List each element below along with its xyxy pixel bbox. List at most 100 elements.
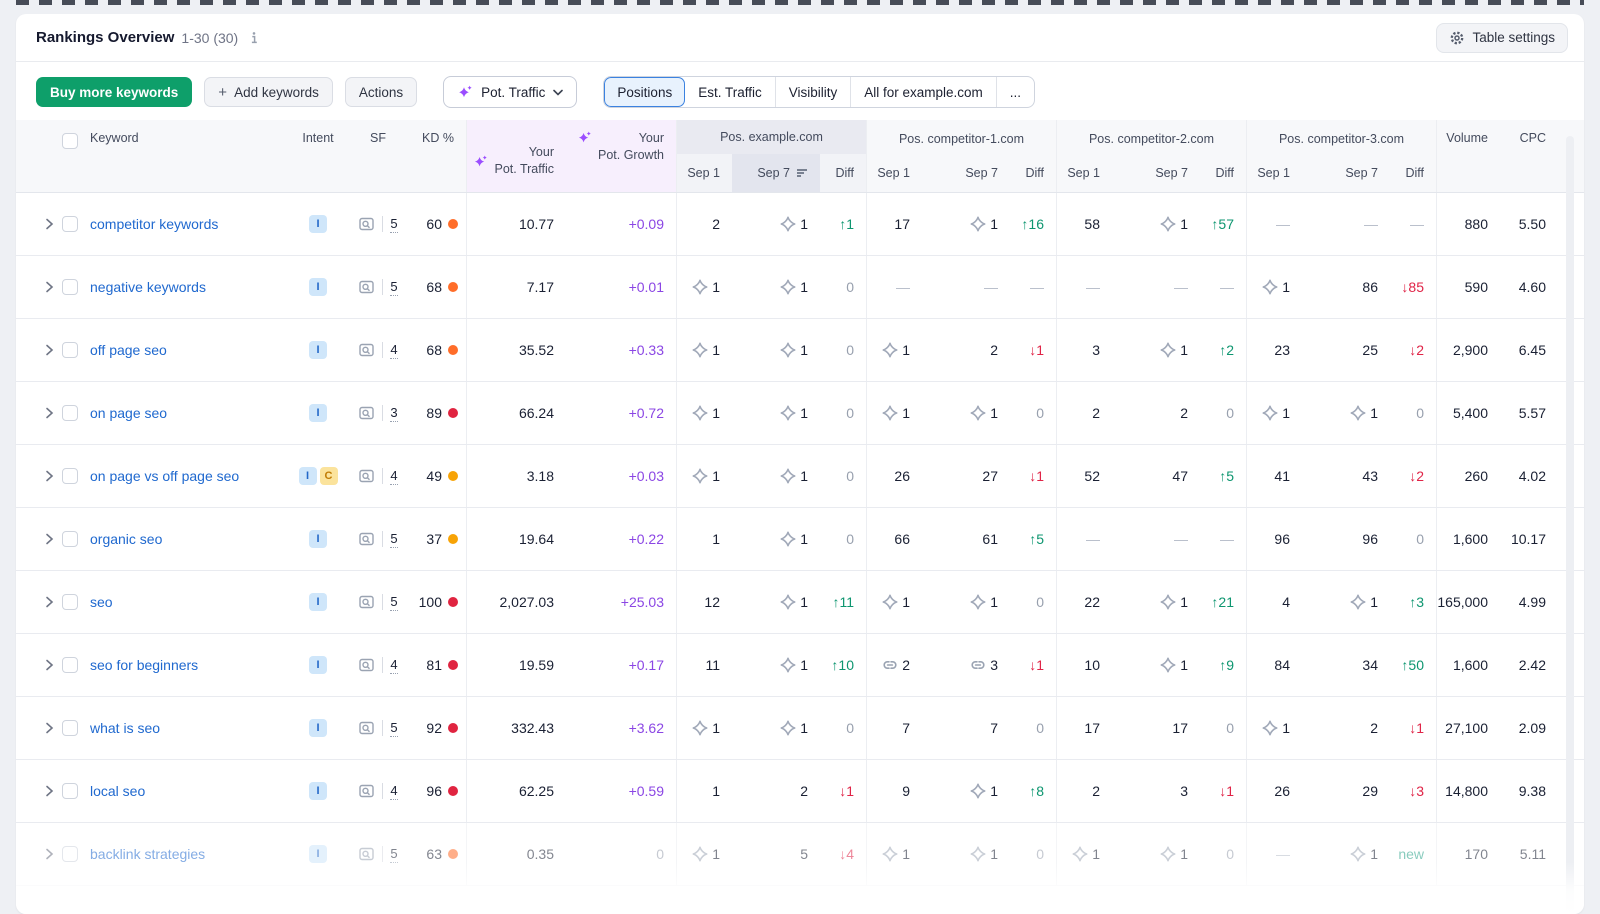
expand-chevron-icon[interactable] xyxy=(36,508,62,570)
keyword-link[interactable]: negative keywords xyxy=(90,279,206,295)
subcol-diff[interactable]: Diff xyxy=(1200,154,1246,192)
sf-count[interactable]: 4 xyxy=(390,657,397,674)
keyword-link[interactable]: what is seo xyxy=(90,720,160,736)
intent-badge-i[interactable]: I xyxy=(309,593,327,611)
keyword-link[interactable]: organic seo xyxy=(90,531,162,547)
expand-chevron-icon[interactable] xyxy=(36,760,62,822)
col-volume[interactable]: Volume xyxy=(1436,120,1500,192)
subcol-sep1[interactable]: Sep 1 xyxy=(676,154,732,192)
col-pot-traffic[interactable]: YourPot. Traffic xyxy=(466,120,566,192)
tab-positions[interactable]: Positions xyxy=(604,77,685,107)
row-checkbox[interactable] xyxy=(62,846,78,862)
intent-badge-i[interactable]: I xyxy=(309,782,327,800)
expand-chevron-icon[interactable] xyxy=(36,382,62,444)
col-sf[interactable]: SF xyxy=(350,120,406,192)
metric-selector[interactable]: Pot. Traffic xyxy=(443,76,577,108)
keyword-link[interactable]: competitor keywords xyxy=(90,216,218,232)
intent-badge-i[interactable]: I xyxy=(309,215,327,233)
sf-count[interactable]: 5 xyxy=(390,216,397,233)
sf-count[interactable]: 4 xyxy=(390,783,397,800)
keyword-link[interactable]: backlink strategies xyxy=(90,846,205,862)
serp-features-icon[interactable] xyxy=(358,594,375,610)
sf-count[interactable]: 3 xyxy=(390,405,397,422)
serp-features-icon[interactable] xyxy=(358,468,375,484)
row-checkbox[interactable] xyxy=(62,531,78,547)
table-settings-button[interactable]: Table settings xyxy=(1436,23,1568,53)
keyword-link[interactable]: local seo xyxy=(90,783,145,799)
col-pot-growth[interactable]: YourPot. Growth xyxy=(566,120,676,192)
intent-badge-i[interactable]: I xyxy=(309,530,327,548)
keyword-link[interactable]: on page seo xyxy=(90,405,167,421)
row-checkbox[interactable] xyxy=(62,216,78,232)
sf-count[interactable]: 5 xyxy=(390,531,397,548)
expand-chevron-icon[interactable] xyxy=(36,193,62,255)
serp-features-icon[interactable] xyxy=(358,279,375,295)
serp-features-icon[interactable] xyxy=(358,720,375,736)
serp-features-icon[interactable] xyxy=(358,783,375,799)
subcol-diff[interactable]: Diff xyxy=(820,154,866,192)
keyword-link[interactable]: off page seo xyxy=(90,342,167,358)
sf-count[interactable]: 5 xyxy=(390,279,397,296)
expand-chevron-icon[interactable] xyxy=(36,697,62,759)
expand-chevron-icon[interactable] xyxy=(36,634,62,696)
select-all-checkbox[interactable] xyxy=(62,133,78,149)
col-keyword[interactable]: Keyword xyxy=(90,120,286,192)
serp-features-icon[interactable] xyxy=(358,657,375,673)
intent-badge-c[interactable]: C xyxy=(320,467,338,485)
intent-badge-i[interactable]: I xyxy=(309,656,327,674)
row-checkbox[interactable] xyxy=(62,783,78,799)
tab-more[interactable]: ... xyxy=(996,77,1034,107)
col-kd[interactable]: KD % xyxy=(406,120,466,192)
subcol-sep1[interactable]: Sep 1 xyxy=(866,154,922,192)
expand-chevron-icon[interactable] xyxy=(36,319,62,381)
subcol-diff[interactable]: Diff xyxy=(1010,154,1056,192)
row-checkbox[interactable] xyxy=(62,405,78,421)
sf-count[interactable]: 4 xyxy=(390,468,397,485)
col-cpc[interactable]: CPC xyxy=(1500,120,1558,192)
serp-features-icon[interactable] xyxy=(358,846,375,862)
sf-count[interactable]: 4 xyxy=(390,342,397,359)
actions-button[interactable]: Actions xyxy=(345,77,417,107)
intent-badge-i[interactable]: I xyxy=(309,719,327,737)
row-checkbox[interactable] xyxy=(62,720,78,736)
keyword-link[interactable]: on page vs off page seo xyxy=(90,468,239,484)
row-checkbox[interactable] xyxy=(62,657,78,673)
buy-more-keywords-button[interactable]: Buy more keywords xyxy=(36,77,192,107)
sf-count[interactable]: 5 xyxy=(390,720,397,737)
serp-features-icon[interactable] xyxy=(358,216,375,232)
sf-count[interactable]: 5 xyxy=(390,846,397,863)
sf-count[interactable]: 5 xyxy=(390,594,397,611)
keyword-link[interactable]: seo xyxy=(90,594,113,610)
row-checkbox[interactable] xyxy=(62,468,78,484)
intent-badge-i[interactable]: I xyxy=(309,341,327,359)
serp-features-icon[interactable] xyxy=(358,342,375,358)
intent-badge-i[interactable]: I xyxy=(309,404,327,422)
subcol-diff[interactable]: Diff xyxy=(1390,154,1436,192)
subcol-sep1[interactable]: Sep 1 xyxy=(1246,154,1302,192)
intent-badge-i[interactable]: I xyxy=(309,845,327,863)
serp-features-icon[interactable] xyxy=(358,531,375,547)
tab-visibility[interactable]: Visibility xyxy=(775,77,851,107)
keyword-link[interactable]: seo for beginners xyxy=(90,657,198,673)
intent-badge-i[interactable]: I xyxy=(299,467,317,485)
row-checkbox[interactable] xyxy=(62,279,78,295)
intent-badge-i[interactable]: I xyxy=(309,278,327,296)
expand-chevron-icon[interactable] xyxy=(36,256,62,318)
expand-chevron-icon[interactable] xyxy=(36,445,62,507)
tab-est-traffic[interactable]: Est. Traffic xyxy=(685,77,775,107)
tab-all-for-domain[interactable]: All for example.com xyxy=(850,77,996,107)
expand-chevron-icon[interactable] xyxy=(36,571,62,633)
subcol-sep7[interactable]: Sep 7 xyxy=(1302,154,1390,192)
subcol-sep1[interactable]: Sep 1 xyxy=(1056,154,1112,192)
info-icon[interactable] xyxy=(247,31,261,45)
expand-chevron-icon[interactable] xyxy=(36,823,62,885)
subcol-sep7-sorted[interactable]: Sep 7 xyxy=(732,154,820,192)
add-keywords-button[interactable]: + Add keywords xyxy=(204,77,333,107)
subcol-sep7[interactable]: Sep 7 xyxy=(922,154,1010,192)
subcol-sep7[interactable]: Sep 7 xyxy=(1112,154,1200,192)
serp-features-icon[interactable] xyxy=(358,405,375,421)
vertical-scrollbar[interactable] xyxy=(1566,136,1574,914)
row-checkbox[interactable] xyxy=(62,342,78,358)
col-intent[interactable]: Intent xyxy=(286,120,350,192)
row-checkbox[interactable] xyxy=(62,594,78,610)
